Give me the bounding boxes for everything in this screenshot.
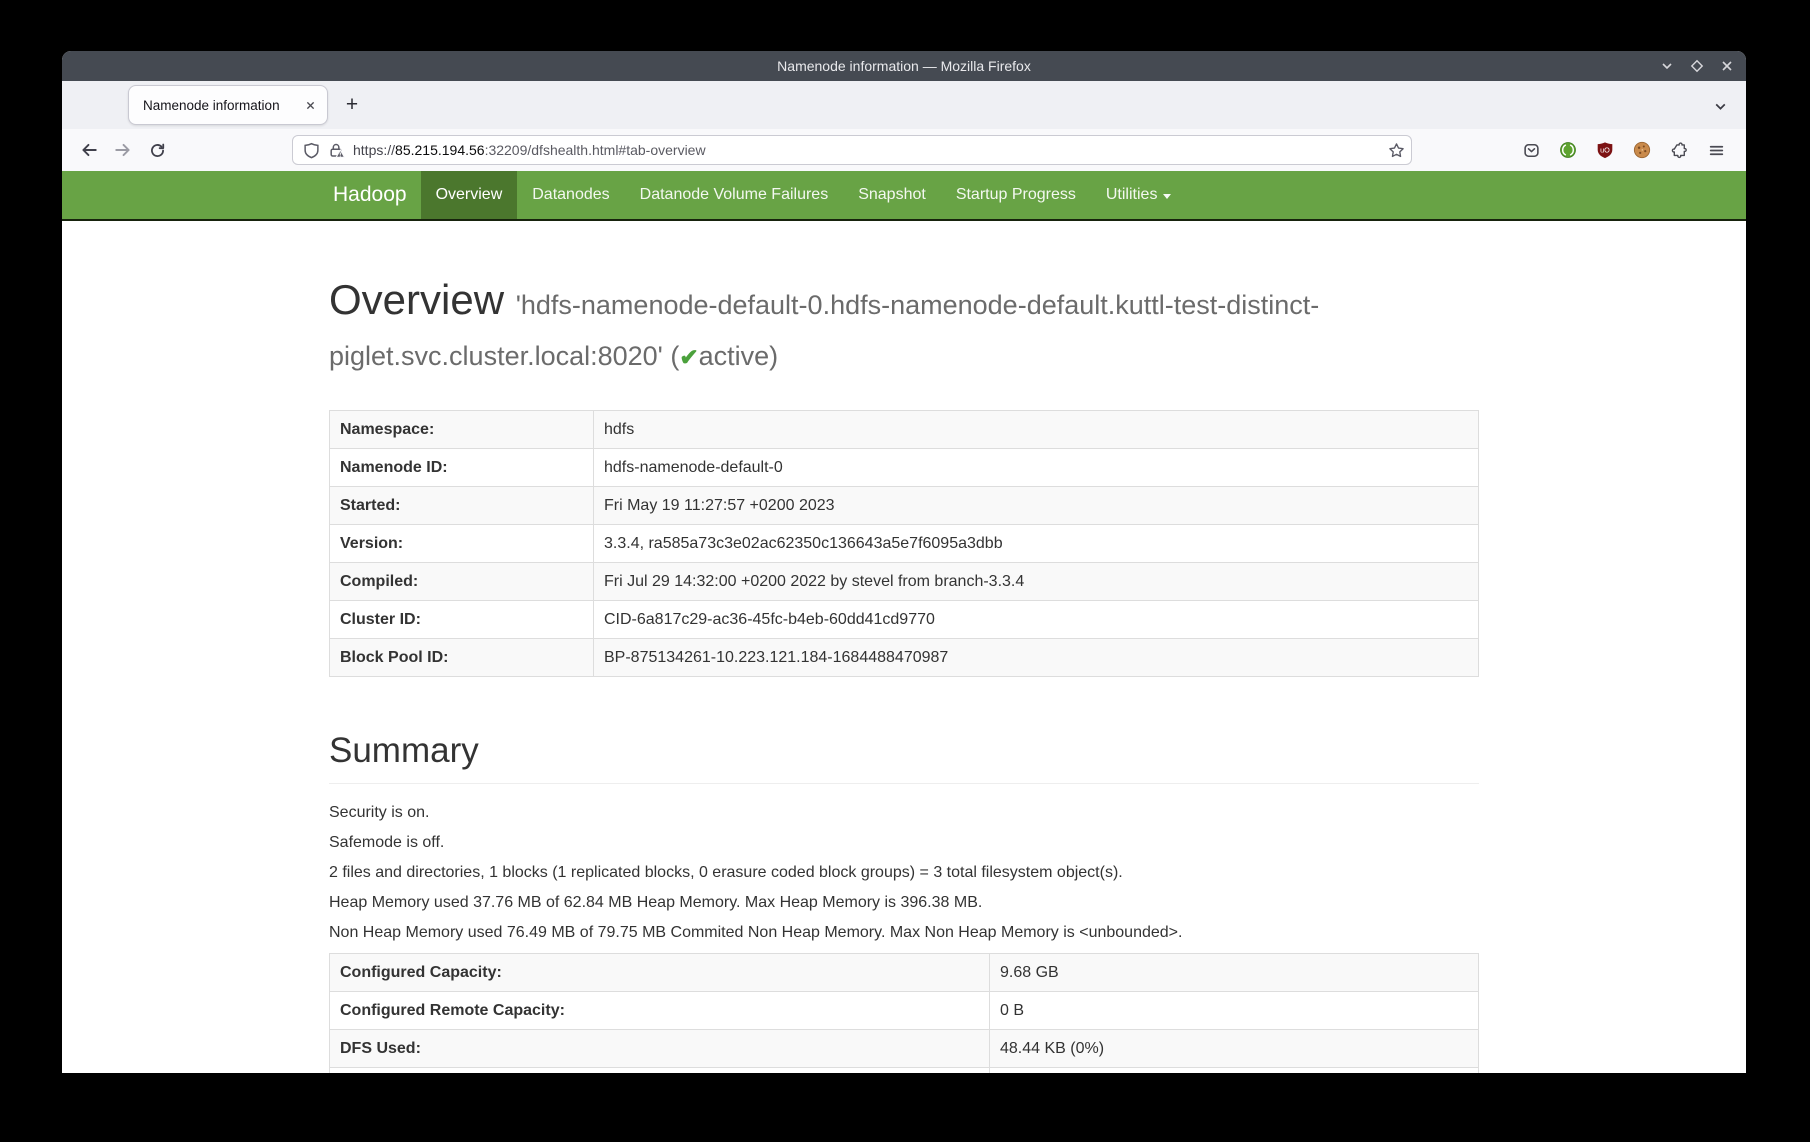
summary-heap-memory: Heap Memory used 37.76 MB of 62.84 MB He… xyxy=(329,892,1479,913)
pocket-button[interactable] xyxy=(1515,134,1547,166)
shield-icon xyxy=(303,142,320,159)
lock-warning-icon xyxy=(328,142,345,159)
chevron-down-icon xyxy=(1660,59,1674,73)
puzzle-piece-icon xyxy=(1671,142,1688,159)
forward-arrow-icon xyxy=(114,141,132,159)
bookmark-star-button[interactable] xyxy=(1388,142,1405,159)
table-row: Started:Fri May 19 11:27:57 +0200 2023 xyxy=(330,487,1479,525)
table-row: Cluster ID:CID-6a817c29-ac36-45fc-b4eb-6… xyxy=(330,601,1479,639)
tab-bar: Namenode information + xyxy=(62,81,1746,129)
table-row: Configured Capacity:9.68 GB xyxy=(330,954,1479,992)
cookie-icon xyxy=(1633,141,1651,159)
close-icon xyxy=(1720,59,1734,73)
star-icon xyxy=(1388,142,1405,159)
hamburger-menu-icon xyxy=(1708,142,1725,159)
tab-title: Namenode information xyxy=(143,98,299,113)
ublock-origin-button[interactable]: uO xyxy=(1589,134,1621,166)
nav-tab-utilities[interactable]: Utilities xyxy=(1091,171,1187,219)
extensions-button[interactable] xyxy=(1663,134,1695,166)
app-menu-button[interactable] xyxy=(1700,134,1732,166)
window-title: Namenode information — Mozilla Firefox xyxy=(777,58,1031,74)
table-row: Namenode ID:hdfs-namenode-default-0 xyxy=(330,449,1479,487)
check-icon: ✔ xyxy=(679,344,698,370)
table-row: Non DFS Used:119.56 KB xyxy=(330,1068,1479,1074)
chevron-down-icon xyxy=(1713,99,1728,114)
hadoop-navbar: Hadoop Overview Datanodes Datanode Volum… xyxy=(62,171,1746,221)
caret-down-icon xyxy=(1163,194,1171,199)
nav-tab-startup-progress[interactable]: Startup Progress xyxy=(941,171,1091,219)
firefox-logo-icon xyxy=(72,56,92,76)
browser-window: Namenode information — Mozilla Firefox N… xyxy=(62,51,1746,1073)
summary-heading: Summary xyxy=(329,731,1479,771)
url-path: :32209/dfshealth.html#tab-overview xyxy=(485,142,706,158)
capacity-table: Configured Capacity:9.68 GB Configured R… xyxy=(329,953,1479,1073)
window-controls xyxy=(1656,51,1738,81)
reload-icon xyxy=(149,142,166,159)
list-all-tabs-button[interactable] xyxy=(1708,94,1732,118)
nav-tab-snapshot[interactable]: Snapshot xyxy=(843,171,941,219)
tab-namenode-information[interactable]: Namenode information xyxy=(128,85,328,125)
close-window-button[interactable] xyxy=(1716,55,1738,77)
forward-button[interactable] xyxy=(106,133,140,167)
summary-filesystem-objects: 2 files and directories, 1 blocks (1 rep… xyxy=(329,862,1479,883)
nav-tab-datanode-volume-failures[interactable]: Datanode Volume Failures xyxy=(625,171,844,219)
minimize-button[interactable] xyxy=(1656,55,1678,77)
table-row: DFS Used:48.44 KB (0%) xyxy=(330,1030,1479,1068)
close-icon xyxy=(305,100,316,111)
svg-text:uO: uO xyxy=(1600,145,1610,154)
url-bar[interactable]: https://85.215.194.56:32209/dfshealth.ht… xyxy=(292,135,1412,165)
tab-close-button[interactable] xyxy=(299,94,321,116)
tracking-protection-button[interactable] xyxy=(303,142,320,159)
firefox-view-icon xyxy=(83,95,103,115)
table-row: Configured Remote Capacity:0 B xyxy=(330,992,1479,1030)
new-tab-button[interactable]: + xyxy=(336,89,368,121)
nav-tab-overview[interactable]: Overview xyxy=(421,171,518,219)
summary-safemode: Safemode is off. xyxy=(329,832,1479,853)
window-titlebar: Namenode information — Mozilla Firefox xyxy=(62,51,1746,81)
summary-non-heap-memory: Non Heap Memory used 76.49 MB of 79.75 M… xyxy=(329,922,1479,943)
back-arrow-icon xyxy=(80,141,98,159)
divider xyxy=(329,783,1479,784)
status-label: active xyxy=(699,341,770,371)
extension-green-button[interactable] xyxy=(1552,134,1584,166)
site-security-button[interactable] xyxy=(328,142,345,159)
url-scheme: https:// xyxy=(353,142,395,158)
cluster-info-table: Namespace:hdfs Namenode ID:hdfs-namenode… xyxy=(329,410,1479,677)
green-extension-icon xyxy=(1559,141,1577,159)
overview-heading: Overview 'hdfs-namenode-default-0.hdfs-n… xyxy=(329,277,1479,380)
toolbar-extensions-area: uO xyxy=(1515,134,1736,166)
table-row: Block Pool ID:BP-875134261-10.223.121.18… xyxy=(330,639,1479,677)
table-row: Namespace:hdfs xyxy=(330,411,1479,449)
navbar-brand-hadoop[interactable]: Hadoop xyxy=(329,171,421,219)
table-row: Version:3.3.4, ra585a73c3e02ac62350c1366… xyxy=(330,525,1479,563)
navigation-toolbar: https://85.215.194.56:32209/dfshealth.ht… xyxy=(62,129,1746,171)
pocket-icon xyxy=(1523,142,1540,159)
nav-tab-datanodes[interactable]: Datanodes xyxy=(517,171,624,219)
reload-button[interactable] xyxy=(140,133,174,167)
diamond-icon xyxy=(1690,59,1704,73)
firefox-view-button[interactable] xyxy=(76,88,110,122)
ublock-shield-icon: uO xyxy=(1596,141,1614,159)
cookie-extension-button[interactable] xyxy=(1626,134,1658,166)
table-row: Compiled:Fri Jul 29 14:32:00 +0200 2022 … xyxy=(330,563,1479,601)
url-domain: 85.215.194.56 xyxy=(395,142,485,158)
summary-security: Security is on. xyxy=(329,802,1479,823)
back-button[interactable] xyxy=(72,133,106,167)
maximize-button[interactable] xyxy=(1686,55,1708,77)
page-content: Overview 'hdfs-namenode-default-0.hdfs-n… xyxy=(62,221,1746,1073)
url-text[interactable]: https://85.215.194.56:32209/dfshealth.ht… xyxy=(353,142,1380,158)
